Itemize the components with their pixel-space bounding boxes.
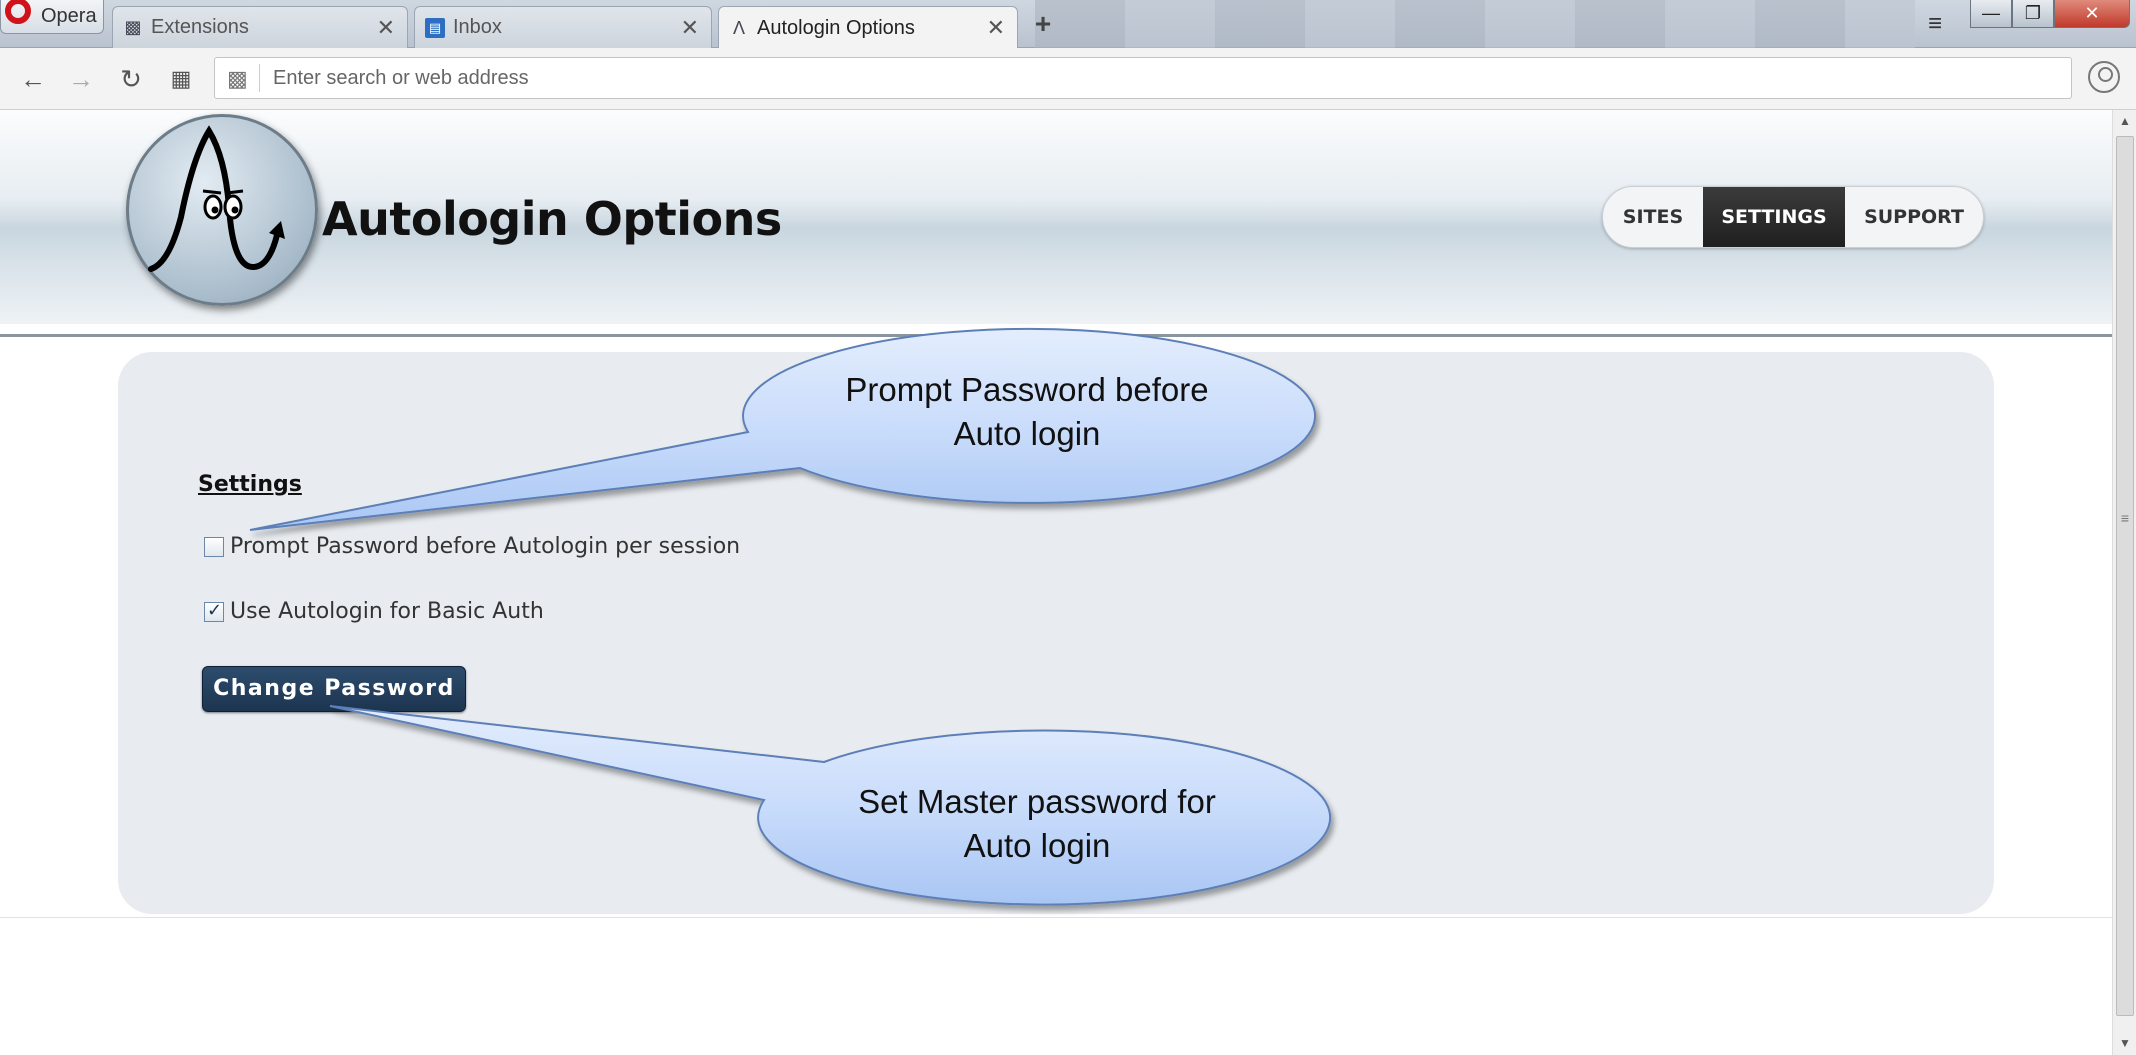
tab-label: Autologin Options [757, 16, 915, 39]
speed-dial-grid-icon[interactable]: ▦ [164, 62, 198, 96]
tab-extensions[interactable]: ▩ Extensions ✕ [112, 6, 408, 48]
scrollbar-thumb[interactable] [2116, 136, 2134, 1016]
browser-tab-bar: Opera ▩ Extensions ✕ ▤ Inbox ✕ Λ Autolog… [0, 0, 2136, 49]
callout-balloons [249, 327, 1332, 906]
tab-label: Inbox [453, 16, 502, 38]
window-close-button[interactable]: ✕ [2054, 0, 2130, 28]
back-arrow-icon[interactable]: ← [16, 62, 50, 96]
scroll-up-arrow-icon[interactable]: ▲ [2119, 114, 2131, 128]
close-tab-icon[interactable]: ✕ [681, 15, 699, 41]
opera-menu-label: Opera [41, 5, 97, 27]
puzzle-icon: ▩ [227, 66, 248, 91]
opera-menu-button[interactable]: Opera [0, 0, 104, 34]
callout-line: Prompt Password before [845, 371, 1209, 408]
close-tab-icon[interactable]: ✕ [987, 15, 1005, 41]
autologin-icon: Λ [732, 17, 746, 38]
forward-arrow-icon[interactable]: → [64, 62, 98, 96]
callout-prompt-password-text: Prompt Password before Auto login [792, 368, 1262, 456]
address-separator [259, 64, 260, 92]
callout-master-password-text: Set Master password for Auto login [792, 780, 1282, 868]
tab-label: Extensions [151, 16, 249, 38]
address-input[interactable] [273, 64, 2053, 92]
account-icon[interactable] [2088, 61, 2120, 93]
inbox-icon: ▤ [425, 17, 445, 38]
tab-inbox[interactable]: ▤ Inbox ✕ [414, 6, 712, 48]
close-tab-icon[interactable]: ✕ [377, 15, 395, 41]
callout-line: Auto login [953, 415, 1101, 452]
reload-icon[interactable]: ↻ [114, 62, 148, 96]
tab-autologin-options[interactable]: Λ Autologin Options ✕ [718, 6, 1018, 49]
vertical-scrollbar[interactable]: ▲ ≡ ▼ [2112, 110, 2136, 1055]
tab-strip-background [1035, 0, 1915, 48]
maximize-button[interactable]: ❐ [2012, 0, 2054, 28]
page-viewport: Autologin Options SITES SETTINGS SUPPORT… [0, 110, 2112, 1055]
callout-line: Set Master password for [858, 783, 1216, 820]
minimize-button[interactable]: — [1970, 0, 2012, 28]
scroll-down-arrow-icon[interactable]: ▼ [2119, 1036, 2131, 1050]
address-bar[interactable]: ▩ [214, 57, 2072, 99]
new-tab-button[interactable]: + [1030, 10, 1056, 38]
tab-menu-icon[interactable]: ≡ [1920, 10, 1950, 37]
browser-toolbar: ← → ↻ ▦ ▩ [0, 48, 2136, 110]
callout-line: Auto login [963, 827, 1111, 864]
opera-logo-icon [5, 0, 31, 24]
scrollbar-grip-icon: ≡ [2120, 510, 2130, 526]
puzzle-icon: ▩ [124, 17, 142, 37]
